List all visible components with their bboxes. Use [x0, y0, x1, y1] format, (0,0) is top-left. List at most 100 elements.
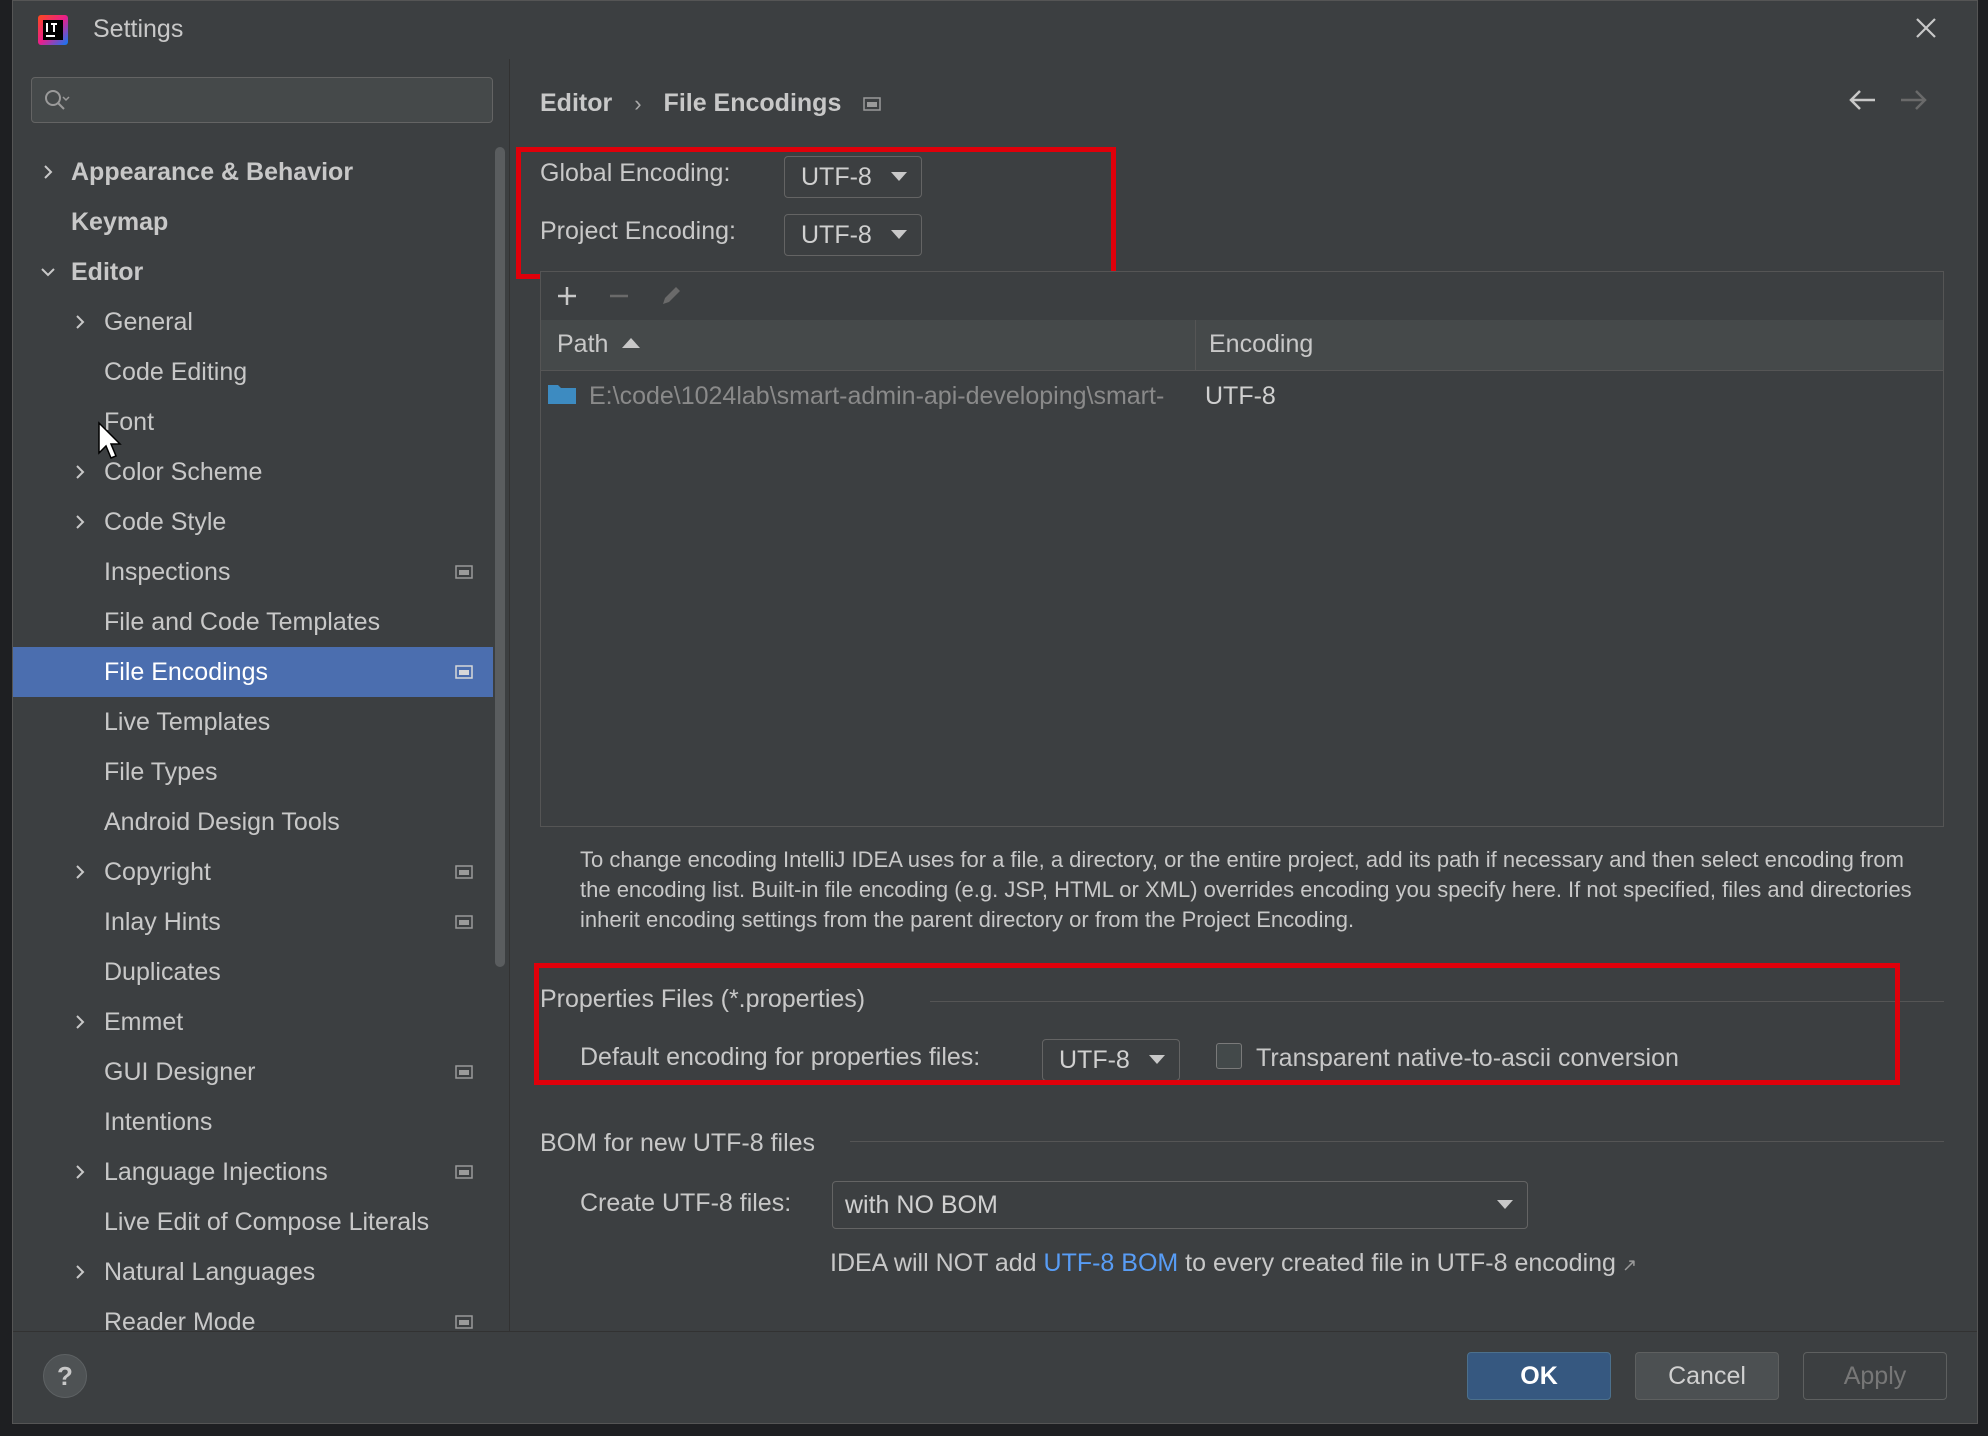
chevron-right-icon	[76, 1165, 85, 1179]
settings-tree: Appearance & Behavior Keymap Editor Gene…	[13, 147, 493, 1347]
column-divider[interactable]	[1195, 320, 1196, 370]
project-encoding-select[interactable]: UTF-8	[784, 214, 922, 256]
tree-item-general[interactable]: General	[13, 297, 493, 347]
search-icon	[45, 90, 70, 110]
project-level-icon	[455, 565, 473, 579]
column-header-encoding[interactable]: Encoding	[1209, 330, 1313, 359]
settings-sidebar: Appearance & Behavior Keymap Editor Gene…	[13, 59, 510, 1336]
dropdown-arrow-icon	[1149, 1055, 1165, 1064]
global-encoding-select[interactable]: UTF-8	[784, 156, 922, 198]
table-toolbar	[541, 272, 1943, 321]
tree-item-label: Inspections	[104, 558, 231, 586]
tree-item-label: General	[104, 308, 193, 336]
chevron-right-icon	[76, 515, 85, 529]
tree-item-live-templates[interactable]: Live Templates	[13, 697, 493, 747]
column-header-path[interactable]: Path	[557, 330, 641, 359]
tree-item-label: File Encodings	[104, 658, 268, 686]
breadcrumb-current: File Encodings	[663, 89, 842, 117]
tree-item-editor[interactable]: Editor	[13, 247, 493, 297]
properties-section-title: Properties Files (*.properties)	[540, 985, 866, 1013]
intellij-logo-icon	[38, 15, 68, 45]
folder-icon	[548, 385, 576, 404]
tree-item-label: Code Editing	[104, 358, 248, 386]
tree-item-language-injections[interactable]: Language Injections	[13, 1147, 493, 1197]
bom-select[interactable]: with NO BOM	[832, 1181, 1528, 1229]
dropdown-arrow-icon	[891, 172, 907, 181]
tree-item-copyright[interactable]: Copyright	[13, 847, 493, 897]
breadcrumb-parent[interactable]: Editor	[540, 89, 612, 118]
bom-section-title: BOM for new UTF-8 files	[540, 1129, 816, 1157]
tree-item-android-design-tools[interactable]: Android Design Tools	[13, 797, 493, 847]
section-divider	[850, 1141, 1944, 1142]
forward-arrow-icon[interactable]	[1899, 87, 1929, 113]
tree-item-appearance-behavior[interactable]: Appearance & Behavior	[13, 147, 493, 197]
dropdown-arrow-icon	[1497, 1200, 1513, 1209]
tree-item-duplicates[interactable]: Duplicates	[13, 947, 493, 997]
tree-item-file-code-templates[interactable]: File and Code Templates	[13, 597, 493, 647]
tree-item-emmet[interactable]: Emmet	[13, 997, 493, 1047]
dropdown-arrow-icon	[891, 230, 907, 239]
close-icon[interactable]	[1911, 13, 1941, 43]
column-header-path-label: Path	[557, 330, 609, 358]
tree-item-label: Live Templates	[104, 708, 271, 736]
chevron-right-icon	[76, 315, 85, 329]
tree-item-gui-designer[interactable]: GUI Designer	[13, 1047, 493, 1097]
native-to-ascii-checkbox[interactable]	[1216, 1043, 1242, 1069]
add-icon[interactable]	[553, 282, 581, 310]
path-encoding-table: Path Encoding E:\code\1024lab\smart-admi…	[540, 271, 1944, 827]
tree-item-font[interactable]: Font	[13, 397, 493, 447]
ok-button[interactable]: OK	[1467, 1352, 1611, 1400]
section-divider	[930, 1001, 1944, 1002]
tree-item-label: Language Injections	[104, 1158, 328, 1186]
project-level-icon	[455, 1165, 473, 1179]
utf8-bom-link[interactable]: UTF-8 BOM	[1044, 1249, 1179, 1277]
help-button[interactable]: ?	[43, 1354, 87, 1398]
tree-item-code-style[interactable]: Code Style	[13, 497, 493, 547]
tree-item-label: Color Scheme	[104, 458, 263, 486]
tree-item-natural-languages[interactable]: Natural Languages	[13, 1247, 493, 1297]
tree-item-label: Code Style	[104, 508, 227, 536]
tree-item-file-encodings[interactable]: File Encodings	[13, 647, 493, 697]
tree-item-label: Duplicates	[104, 958, 221, 986]
tree-item-color-scheme[interactable]: Color Scheme	[13, 447, 493, 497]
tree-item-label: Natural Languages	[104, 1258, 316, 1286]
edit-icon[interactable]	[657, 282, 685, 310]
encoding-description: To change encoding IntelliJ IDEA uses fo…	[580, 847, 1912, 932]
encoding-cell[interactable]: UTF-8	[1205, 382, 1276, 411]
table-row[interactable]: E:\code\1024lab\smart-admin-api-developi…	[541, 370, 1943, 420]
tree-item-live-edit-compose[interactable]: Live Edit of Compose Literals	[13, 1197, 493, 1247]
settings-content: Editor › File Encodings Global Encoding:…	[510, 59, 1977, 1331]
chevron-right-icon	[76, 1015, 85, 1029]
back-arrow-icon[interactable]	[1847, 87, 1877, 113]
project-level-icon	[863, 96, 882, 111]
search-input[interactable]	[80, 84, 484, 118]
tree-item-inlay-hints[interactable]: Inlay Hints	[13, 897, 493, 947]
tree-item-label: Emmet	[104, 1008, 184, 1036]
tree-item-label: Appearance & Behavior	[71, 158, 354, 186]
tree-item-file-types[interactable]: File Types	[13, 747, 493, 797]
remove-icon[interactable]	[605, 282, 633, 310]
sidebar-scrollbar[interactable]	[495, 147, 505, 967]
tree-item-label: Inlay Hints	[104, 908, 221, 936]
tree-item-intentions[interactable]: Intentions	[13, 1097, 493, 1147]
project-encoding-label: Project Encoding:	[540, 217, 736, 245]
bom-hint-after: to every created file in UTF-8 encoding	[1178, 1249, 1616, 1277]
settings-dialog: Settings Appearance & Behavior Keymap Ed…	[12, 0, 1978, 1424]
settings-search[interactable]	[31, 77, 493, 123]
tree-item-label: Live Edit of Compose Literals	[104, 1208, 430, 1236]
tree-item-code-editing[interactable]: Code Editing	[13, 347, 493, 397]
chevron-right-icon	[76, 465, 85, 479]
title-bar: Settings	[13, 1, 1977, 60]
properties-encoding-select[interactable]: UTF-8	[1042, 1039, 1180, 1081]
bom-select-value: with NO BOM	[845, 1191, 998, 1219]
native-to-ascii-label[interactable]: Transparent native-to-ascii conversion	[1256, 1044, 1679, 1073]
tree-item-label: GUI Designer	[104, 1058, 256, 1086]
tree-item-label: Keymap	[71, 208, 169, 236]
tree-item-inspections[interactable]: Inspections	[13, 547, 493, 597]
chevron-down-icon	[41, 268, 55, 277]
tree-item-label: Copyright	[104, 858, 211, 886]
tree-item-keymap[interactable]: Keymap	[13, 197, 493, 247]
cancel-button[interactable]: Cancel	[1635, 1352, 1779, 1400]
breadcrumb: Editor › File Encodings	[540, 89, 882, 118]
apply-button[interactable]: Apply	[1803, 1352, 1947, 1400]
